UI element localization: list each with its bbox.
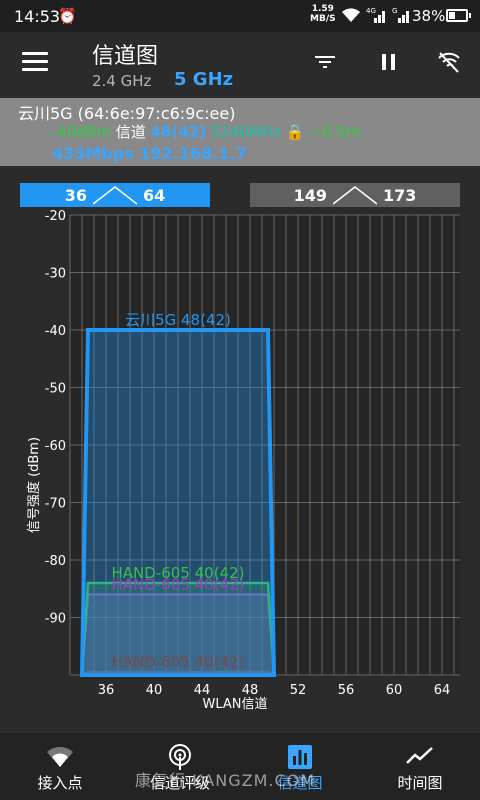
nav-access-points[interactable]: 接入点 (0, 733, 120, 800)
net-speed-value: 1.59 (311, 4, 334, 14)
wifi-icon (47, 746, 73, 767)
pause-icon[interactable] (377, 50, 401, 74)
line-chart-icon (406, 747, 433, 764)
y-tick-label: -80 (45, 554, 66, 569)
band-2.4ghz-tab[interactable]: 2.4 GHz (92, 72, 151, 90)
y-axis-label: 信号强度 (dBm) (26, 437, 42, 533)
y-tick-label: -70 (45, 497, 66, 512)
signal-strength: -40dBm (52, 123, 111, 141)
alarm-icon: ⏰ (58, 7, 77, 25)
frequency: 5240MHz (210, 123, 282, 141)
nav-label: 时间图 (397, 774, 443, 792)
watermark: 康复行 KANGZM.COM (135, 771, 316, 790)
range-to: 64 (143, 185, 166, 205)
svg-text:G: G (392, 7, 397, 15)
status-time: 14:53 (14, 7, 61, 26)
range-tab-149-173[interactable]: 149 173 (250, 183, 460, 207)
channel-value: 48(42) (150, 123, 206, 141)
link-speed-ip: 433Mbps 192.168.1.7 (52, 144, 247, 163)
range-from: 36 (64, 185, 87, 205)
y-tick-label: -30 (45, 267, 66, 282)
nav-time-graph[interactable]: 时间图 (360, 733, 480, 800)
range-caret-icon (333, 186, 377, 205)
network-signal-shape (79, 328, 277, 677)
channel-graph: -20 -30 -40 -50 -60 -70 -80 -90 36 40 44 48 52 56 60 64… (26, 210, 460, 710)
x-tick-label: 60 (386, 683, 403, 698)
network-label: 云川5G 48(42) (125, 311, 231, 329)
range-caret-icon (93, 186, 137, 205)
channel-label: 信道 (115, 123, 146, 141)
y-tick-label: -60 (45, 439, 66, 454)
nav-label: 接入点 (37, 774, 83, 792)
y-tick-label: -40 (45, 324, 66, 339)
network-details-row: -40dBm 信道 48(42) 5240MHz 🔒 ~0.5m (52, 121, 360, 142)
wifi-signal-icon (342, 8, 360, 22)
lock-icon: 🔒 (285, 123, 305, 141)
x-tick-label: 36 (98, 683, 115, 698)
x-tick-label: 56 (338, 683, 355, 698)
network-label: HAND-605 40(42) (111, 653, 244, 671)
x-axis-label: WLAN信道 (202, 697, 267, 710)
cell-signal-icon: 4G (366, 7, 385, 23)
svg-text:4G: 4G (366, 7, 376, 15)
battery-percent: 38% (412, 7, 446, 25)
connected-network-info[interactable]: 云川5G (64:6e:97:c6:9c:ee) -40dBm 信道 48(42… (0, 98, 480, 166)
battery-icon (446, 9, 471, 22)
y-tick-label: -20 (45, 210, 66, 224)
x-tick-label: 64 (434, 683, 451, 698)
page-title: 信道图 (92, 44, 159, 69)
x-tick-label: 40 (146, 683, 163, 698)
cell-signal-2-icon: G (392, 7, 409, 23)
y-tick-label: -90 (45, 612, 66, 627)
band-5ghz-tab[interactable]: 5 GHz (174, 69, 233, 90)
x-tick-label: 44 (194, 683, 211, 698)
filter-icon[interactable] (313, 50, 337, 74)
distance: ~0.5m (309, 123, 361, 141)
net-speed: 1.59 MB/S (310, 4, 336, 24)
wifi-scan-off-icon[interactable] (436, 50, 462, 76)
range-from: 149 (293, 185, 327, 205)
range-to: 173 (383, 185, 417, 205)
status-bar: 14:53 ⏰ 1.59 MB/S 4G G 38% (0, 0, 480, 32)
y-tick-label: -50 (45, 382, 66, 397)
network-label: HAND-605 40(42) (111, 564, 244, 582)
x-tick-label: 52 (290, 683, 307, 698)
range-tab-36-64[interactable]: 36 64 (20, 183, 210, 207)
x-tick-label: 48 (242, 683, 259, 698)
net-speed-unit: MB/S (310, 14, 336, 24)
app-toolbar: 信道图 2.4 GHz 5 GHz (0, 32, 480, 98)
menu-icon[interactable] (22, 52, 48, 74)
